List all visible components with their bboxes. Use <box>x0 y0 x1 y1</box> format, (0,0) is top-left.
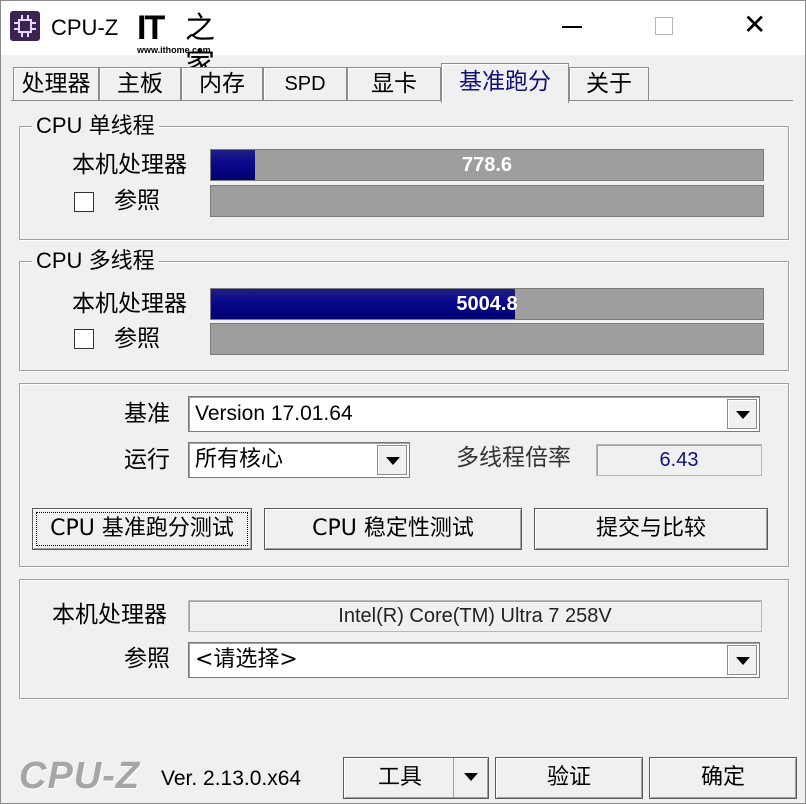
multi-reference-bar <box>210 323 764 355</box>
single-this-processor-label: 本机处理器 <box>72 152 187 178</box>
chevron-down-icon <box>464 773 478 781</box>
benchmark-dropdown-button[interactable] <box>727 399 757 429</box>
reference-dropdown-button[interactable] <box>727 645 757 675</box>
multi-thread-title: CPU 多线程 <box>32 247 159 276</box>
tab-processor[interactable]: 处理器 <box>13 67 99 101</box>
single-thread-title: CPU 单线程 <box>32 112 159 141</box>
chevron-down-icon <box>386 457 400 465</box>
chevron-down-icon <box>736 411 750 419</box>
processor-info-group: 本机处理器 Intel(R) Core(TM) Ultra 7 258V 参照 … <box>19 579 789 699</box>
tab-graphics[interactable]: 显卡 <box>347 67 441 101</box>
multi-thread-bar: 5004.8 <box>210 288 764 320</box>
multi-thread-score: 5004.8 <box>456 293 518 315</box>
submit-compare-button[interactable]: 提交与比较 <box>534 508 768 550</box>
tab-about[interactable]: 关于 <box>569 67 649 101</box>
cpu-bench-button[interactable]: CPU 基准跑分测试 <box>32 508 252 550</box>
validate-button[interactable]: 验证 <box>495 757 643 799</box>
maximize-button[interactable] <box>635 1 695 51</box>
minimize-icon <box>562 26 582 28</box>
tools-button[interactable]: 工具 <box>343 757 489 799</box>
tab-memory[interactable]: 内存 <box>181 67 263 101</box>
tab-spd[interactable]: SPD <box>263 67 347 101</box>
info-this-processor-label: 本机处理器 <box>52 602 167 628</box>
single-thread-bar: 778.6 <box>210 149 764 181</box>
single-reference-checkbox[interactable] <box>74 192 94 212</box>
ratio-label: 多线程倍率 <box>456 445 571 471</box>
window-title: CPU-Z <box>51 15 119 40</box>
multi-reference-label: 参照 <box>114 326 160 352</box>
multi-reference-checkbox[interactable] <box>74 329 94 349</box>
multi-thread-group: CPU 多线程 本机处理器 5004.8 参照 <box>19 247 789 371</box>
title-bar[interactable]: CPU-Z IT 之家 www.ithome.com ✕ <box>1 1 805 82</box>
cpu-stress-button[interactable]: CPU 稳定性测试 <box>264 508 522 550</box>
ok-button[interactable]: 确定 <box>649 757 797 799</box>
cpuz-brand-logo: CPU-Z <box>19 755 141 797</box>
ithome-logo: IT 之家 www.ithome.com <box>137 9 215 82</box>
tools-dropdown-button[interactable] <box>453 758 488 798</box>
close-button[interactable]: ✕ <box>729 1 789 51</box>
multi-this-processor-label: 本机处理器 <box>72 291 187 317</box>
single-reference-label: 参照 <box>114 188 160 214</box>
version-text: Ver. 2.13.0.x64 <box>161 767 302 790</box>
run-label: 运行 <box>124 447 170 473</box>
minimize-button[interactable] <box>541 1 601 51</box>
single-thread-group: CPU 单线程 本机处理器 778.6 参照 <box>19 112 789 240</box>
chevron-down-icon <box>736 657 750 665</box>
benchmark-version-select[interactable]: Version 17.01.64 <box>188 396 760 432</box>
single-reference-bar <box>210 185 764 217</box>
cpuz-window: CPU-Z IT 之家 www.ithome.com ✕ 处理器 主板 内存 S… <box>0 0 806 804</box>
reference-processor-select[interactable]: <请选择> <box>188 642 760 678</box>
benchmark-label: 基准 <box>124 401 170 427</box>
close-icon: ✕ <box>743 8 767 41</box>
settings-group: 基准 Version 17.01.64 运行 所有核心 多线程倍率 6.43 C… <box>19 383 789 567</box>
tab-mainboard[interactable]: 主板 <box>99 67 181 101</box>
this-processor-name-field: Intel(R) Core(TM) Ultra 7 258V <box>188 600 762 632</box>
single-thread-score: 778.6 <box>461 154 513 176</box>
run-dropdown-button[interactable] <box>377 445 407 475</box>
cpuz-app-icon <box>10 11 40 41</box>
info-reference-label: 参照 <box>124 646 170 672</box>
maximize-icon <box>655 17 673 35</box>
tab-bench[interactable]: 基准跑分 <box>441 63 569 103</box>
bench-page: CPU 单线程 本机处理器 778.6 参照 CPU 多线程 本机处理器 500… <box>11 100 793 729</box>
ratio-field: 6.43 <box>596 444 762 476</box>
run-threads-select[interactable]: 所有核心 <box>188 442 410 478</box>
